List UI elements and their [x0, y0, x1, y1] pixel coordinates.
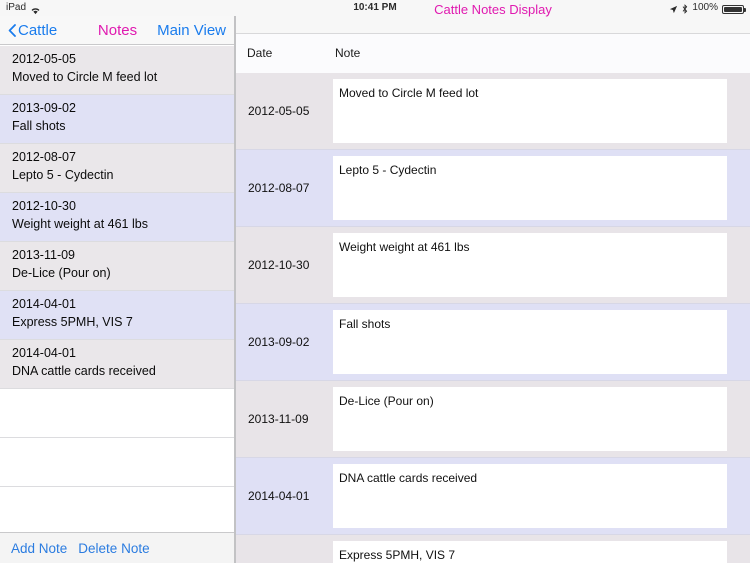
list-item[interactable]: 2014-04-01 Express 5PMH, VIS 7	[0, 291, 234, 340]
list-item-note: Lepto 5 - Cydectin	[12, 168, 114, 182]
table-row[interactable]: 2013-09-02 Fall shots	[236, 304, 750, 381]
table-cell-note[interactable]: De-Lice (Pour on)	[333, 387, 727, 451]
table-row[interactable]: 2012-05-05 Moved to Circle M feed lot	[236, 73, 750, 150]
list-item-date: 2014-04-01	[12, 346, 76, 360]
add-note-button[interactable]: Add Note	[11, 541, 67, 556]
list-item-date: 2013-11-09	[12, 248, 76, 262]
table-cell-note[interactable]: DNA cattle cards received	[333, 464, 727, 528]
table-cell-note[interactable]: Fall shots	[333, 310, 727, 374]
table-row[interactable]: 2012-08-07 Lepto 5 - Cydectin	[236, 150, 750, 227]
notes-toolbar: Add Note Delete Note	[0, 532, 234, 563]
list-item-empty[interactable]	[0, 487, 234, 532]
table-cell-note[interactable]: Weight weight at 461 lbs	[333, 233, 727, 297]
list-item[interactable]: 2013-09-02 Fall shots	[0, 95, 234, 144]
list-item[interactable]: 2014-04-01 DNA cattle cards received	[0, 340, 234, 389]
table-cell-note[interactable]: Express 5PMH, VIS 7	[333, 541, 727, 563]
main-view-button[interactable]: Main View	[157, 22, 226, 39]
table-cell-note[interactable]: Moved to Circle M feed lot	[333, 79, 727, 143]
list-item-date: 2012-08-07	[12, 150, 76, 164]
list-item-empty[interactable]	[0, 389, 234, 438]
delete-note-button[interactable]: Delete Note	[78, 541, 149, 556]
list-item-note: Fall shots	[12, 119, 66, 133]
list-item-note: Moved to Circle M feed lot	[12, 70, 158, 84]
list-item[interactable]: 2013-11-09 De-Lice (Pour on)	[0, 242, 234, 291]
table-cell-date: 2012-10-30	[248, 258, 310, 272]
navigation-bar: Cattle Notes Main View	[0, 16, 234, 45]
list-item[interactable]: 2012-05-05 Moved to Circle M feed lot	[0, 46, 234, 95]
detail-title-bar: Cattle Notes Display	[236, 2, 750, 34]
detail-title: Cattle Notes Display	[434, 2, 552, 17]
table-row[interactable]: 2012-10-30 Weight weight at 461 lbs	[236, 227, 750, 304]
notes-master-pane: Cattle Notes Main View 2012-05-05 Moved …	[0, 16, 235, 563]
list-item-date: 2012-05-05	[12, 52, 76, 66]
notes-table[interactable]: 2012-05-05 Moved to Circle M feed lot 20…	[236, 73, 750, 563]
table-row[interactable]: 2013-11-09 De-Lice (Pour on)	[236, 381, 750, 458]
list-item-date: 2013-09-02	[12, 101, 76, 115]
notes-list[interactable]: 2012-05-05 Moved to Circle M feed lot 20…	[0, 46, 234, 532]
table-row[interactable]: 2014-04-01 Express 5PMH, VIS 7	[236, 535, 750, 563]
column-header-date: Date	[247, 46, 273, 60]
table-cell-date: 2012-08-07	[248, 181, 310, 195]
column-header-note: Note	[335, 46, 361, 60]
list-item-note: De-Lice (Pour on)	[12, 266, 111, 280]
list-item-note: DNA cattle cards received	[12, 364, 156, 378]
table-row[interactable]: 2014-04-01 DNA cattle cards received	[236, 458, 750, 535]
table-cell-date: 2013-09-02	[248, 335, 310, 349]
table-cell-date: 2013-11-09	[248, 412, 309, 426]
list-item[interactable]: 2012-08-07 Lepto 5 - Cydectin	[0, 144, 234, 193]
table-cell-note[interactable]: Lepto 5 - Cydectin	[333, 156, 727, 220]
list-item-note: Express 5PMH, VIS 7	[12, 315, 133, 329]
ipad-screen: iPad 10:41 PM 100% Cattle Notes Main Vie…	[0, 0, 750, 563]
list-item-empty[interactable]	[0, 438, 234, 487]
list-item-date: 2012-10-30	[12, 199, 76, 213]
table-header-row: Date Note	[236, 34, 750, 72]
list-item-date: 2014-04-01	[12, 297, 76, 311]
table-cell-date: 2012-05-05	[248, 104, 310, 118]
cattle-notes-display-pane: Cattle Notes Display Date Note 2012-05-0…	[236, 2, 750, 563]
list-item[interactable]: 2012-10-30 Weight weight at 461 lbs	[0, 193, 234, 242]
list-item-note: Weight weight at 461 lbs	[12, 217, 148, 231]
table-cell-date: 2014-04-01	[248, 489, 310, 503]
